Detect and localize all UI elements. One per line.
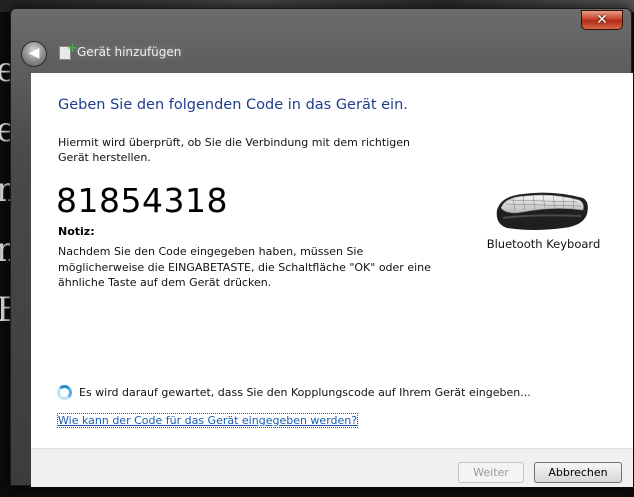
close-button[interactable]: ✕ xyxy=(581,10,623,30)
back-arrow-icon[interactable]: ◀ xyxy=(21,41,47,67)
dialog-content: Geben Sie den folgenden Code in das Gerä… xyxy=(31,73,633,448)
cancel-button[interactable]: Abbrechen xyxy=(534,462,622,483)
page-heading: Geben Sie den folgenden Code in das Gerä… xyxy=(58,97,408,113)
status-text: Es wird darauf gewartet, dass Sie den Ko… xyxy=(79,386,531,399)
help-link[interactable]: Wie kann der Code für das Gerät eingegeb… xyxy=(56,413,359,428)
window-title: Gerät hinzufügen xyxy=(77,45,182,59)
next-button[interactable]: Weiter xyxy=(458,462,524,483)
spinner-icon xyxy=(57,385,72,400)
note-title: Notiz: xyxy=(58,225,95,238)
dialog-footer: Weiter Abbrechen xyxy=(31,448,633,487)
pairing-code: 81854318 xyxy=(56,181,228,220)
keyboard-icon xyxy=(496,192,588,230)
add-device-dialog: ✕ ◀ Gerät hinzufügen Geben Sie den folge… xyxy=(10,8,633,487)
device-label: Bluetooth Keyboard xyxy=(486,237,601,251)
note-text: Nachdem Sie den Code eingegeben haben, m… xyxy=(58,245,431,289)
add-device-icon xyxy=(59,41,78,60)
intro-text: Hiermit wird überprüft, ob Sie die Verbi… xyxy=(58,136,410,164)
title-bar: ◀ Gerät hinzufügen xyxy=(11,33,631,73)
